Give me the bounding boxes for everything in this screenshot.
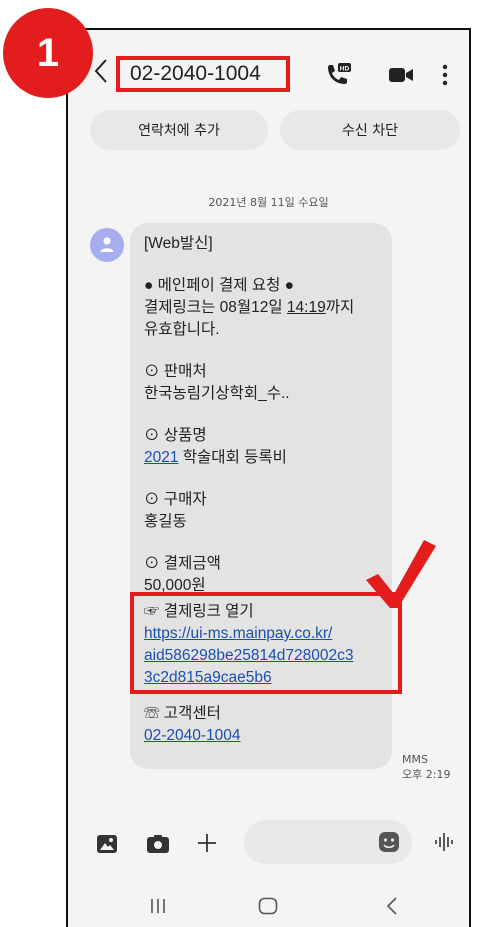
seller-value: 한국농림기상학회_수.. <box>144 385 290 402</box>
avatar[interactable] <box>90 228 124 262</box>
home-icon[interactable] <box>258 897 278 919</box>
message-meta: MMS 오후 2:19 <box>402 752 450 782</box>
back-icon[interactable] <box>94 58 108 89</box>
more-options-icon[interactable] <box>442 64 448 90</box>
checkmark-icon <box>364 536 438 614</box>
hd-badge: HD <box>340 65 350 72</box>
gallery-icon[interactable] <box>96 834 118 858</box>
block-button[interactable]: 수신 차단 <box>280 110 460 150</box>
message-type: MMS <box>402 753 428 766</box>
back-nav-icon[interactable] <box>386 897 398 919</box>
sender-tag: [Web발신] <box>144 235 213 252</box>
voice-input-icon[interactable] <box>434 830 456 858</box>
buyer-label: ⊙ 구매자 <box>144 491 207 508</box>
add-icon[interactable] <box>196 832 218 858</box>
payment-link-highlight <box>130 592 402 694</box>
product-label: ⊙ 상품명 <box>144 427 207 444</box>
product-year-link[interactable]: 2021 <box>144 449 178 466</box>
customer-center-label: ☏ 고객센터 <box>144 705 221 722</box>
phone-number-highlight: 02-2040-1004 <box>116 56 290 92</box>
message-input[interactable] <box>244 820 412 864</box>
recent-apps-icon[interactable] <box>150 898 166 918</box>
hd-call-icon[interactable]: HD <box>324 62 352 92</box>
seller-label: ⊙ 판매처 <box>144 363 207 380</box>
expiry-line-2: 유효합니다. <box>144 321 220 338</box>
person-icon <box>100 237 114 252</box>
message-title: ● 메인페이 결제 요청 ● <box>144 277 295 294</box>
message-time: 오후 2:19 <box>402 768 451 781</box>
phone-number[interactable]: 02-2040-1004 <box>130 62 261 86</box>
top-bar: 02-2040-1004 HD <box>68 30 469 110</box>
amount-label: ⊙ 결제금액 <box>144 555 221 572</box>
camera-icon[interactable] <box>146 834 170 858</box>
expiry-time[interactable]: 14:19 <box>287 299 326 316</box>
phone-screen: 02-2040-1004 HD 연락처에 추가 수신 차단 2021년 8월 1… <box>66 28 471 927</box>
product-value: 2021 학술대회 등록비 <box>144 449 287 466</box>
video-call-icon[interactable] <box>388 66 414 88</box>
step-badge: 1 <box>3 8 93 98</box>
sticker-icon[interactable] <box>378 831 400 857</box>
buyer-value: 홍길동 <box>144 513 187 530</box>
add-contact-button[interactable]: 연락처에 추가 <box>90 110 268 150</box>
date-separator: 2021년 8월 11일 수요일 <box>208 196 329 209</box>
system-nav-bar <box>68 892 469 922</box>
customer-center-number[interactable]: 02-2040-1004 <box>144 725 241 747</box>
expiry-line: 결제링크는 08월12일 14:19까지 <box>144 299 355 316</box>
